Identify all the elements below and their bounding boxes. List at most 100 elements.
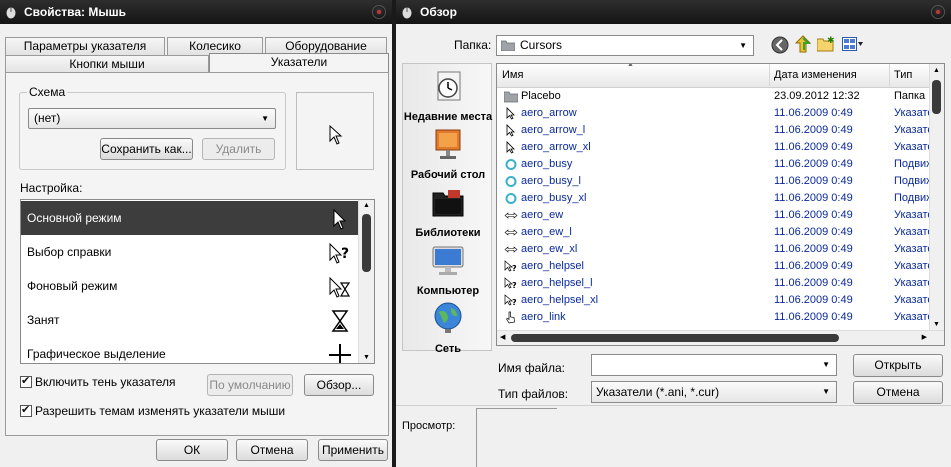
column-header-name[interactable]: Имя [502, 69, 523, 81]
file-list[interactable]: ▲ Имя Дата изменения Тип Placebo 23.09.20… [496, 63, 945, 346]
file-date: 11.06.2009 0:49 [774, 175, 853, 187]
file-row[interactable]: aero_arrow 11.06.2009 0:49 Указатель [497, 105, 932, 122]
scroll-up-icon[interactable]: ▲ [933, 67, 940, 74]
file-name: aero_arrow [521, 107, 577, 119]
file-name: aero_ew_xl [521, 243, 578, 255]
column-header-type[interactable]: Тип [894, 69, 912, 81]
sidebar-item-label: Недавние места [403, 111, 493, 123]
cursor-row-busy[interactable]: Занят [21, 303, 360, 337]
cursor-row-normal[interactable]: Основной режим [21, 201, 360, 235]
file-date: 11.06.2009 0:49 [774, 192, 853, 204]
file-row[interactable]: ? aero_helpsel_xl 11.06.2009 0:49 Указатель [497, 292, 932, 309]
cursor-row-precision[interactable]: Графическое выделение [21, 337, 360, 363]
help-cursor-icon: ? [504, 277, 518, 290]
cursor-row-label: Фоновый режим [27, 279, 118, 293]
file-row[interactable]: aero_busy 11.06.2009 0:49 Подвижный [497, 156, 932, 173]
save-scheme-button[interactable]: Сохранить как... [100, 138, 193, 160]
file-type: Указатель [894, 226, 932, 238]
file-row[interactable]: Placebo 23.09.2012 12:32 Папка [497, 88, 932, 105]
arrow-cursor-icon [504, 107, 518, 120]
cursor-list-scrollbar[interactable]: ▲ ▼ [358, 200, 374, 363]
scrollbar-thumb[interactable] [511, 334, 839, 342]
sidebar-item-network[interactable]: Сеть [403, 300, 493, 355]
open-button[interactable]: Открыть [853, 354, 943, 377]
back-icon[interactable] [771, 36, 789, 54]
file-row[interactable]: aero_arrow_l 11.06.2009 0:49 Указатель [497, 122, 932, 139]
cursor-row-background[interactable]: Фоновый режим [21, 269, 360, 303]
settings-label: Настройка: [20, 181, 83, 195]
scroll-down-icon[interactable]: ▼ [933, 321, 940, 328]
filetype-select[interactable]: Указатели (*.ani, *.cur) ▼ [591, 381, 837, 403]
file-list-hscrollbar[interactable]: ◀ ▶ [497, 330, 944, 345]
column-header-date[interactable]: Дата изменения [774, 69, 857, 81]
help-cursor-icon: ? [504, 294, 518, 307]
file-date: 11.06.2009 0:49 [774, 311, 853, 323]
cancel-button[interactable]: Отмена [853, 381, 943, 404]
svg-text:?: ? [512, 298, 517, 307]
sidebar-item-desktop[interactable]: Рабочий стол [403, 126, 493, 181]
file-type: Подвижный [894, 192, 932, 204]
file-date: 11.06.2009 0:49 [774, 294, 853, 306]
hand-cursor-icon [504, 311, 518, 324]
recent-places-icon [437, 71, 461, 101]
file-date: 11.06.2009 0:49 [774, 209, 853, 221]
scheme-select[interactable]: (нет) ▼ [28, 108, 276, 129]
file-row[interactable]: ? aero_helpsel_l 11.06.2009 0:49 Указатель [497, 275, 932, 292]
themes-checkbox-label: Разрешить темам изменять указатели мыши [35, 404, 286, 418]
up-folder-icon[interactable] [794, 35, 812, 54]
file-date: 11.06.2009 0:49 [774, 260, 853, 272]
file-row[interactable]: aero_arrow_xl 11.06.2009 0:49 Указатель [497, 139, 932, 156]
file-row[interactable]: aero_ew_l 11.06.2009 0:49 Указатель [497, 224, 932, 241]
preview-divider [396, 405, 951, 406]
file-name: aero_ew_l [521, 226, 572, 238]
cancel-button[interactable]: Отмена [236, 439, 308, 461]
cursor-list[interactable]: Основной режим Выбор справки ? Фоновый р… [20, 199, 375, 364]
browse-titlebar[interactable]: Обзор [396, 0, 951, 24]
filename-combobox[interactable]: ▼ [591, 354, 837, 376]
file-type: Указатель [894, 277, 932, 289]
browse-window: Обзор Папка: Cursors ▼ ✱ Недавние места … [396, 0, 951, 467]
arrow-cursor-icon [504, 124, 518, 137]
file-row[interactable]: ? aero_helpsel 11.06.2009 0:49 Указатель [497, 258, 932, 275]
apply-button[interactable]: Применить [318, 439, 388, 461]
sidebar-item-label: Компьютер [416, 285, 480, 297]
ok-button[interactable]: ОК [156, 439, 228, 461]
file-row[interactable]: aero_busy_xl 11.06.2009 0:49 Подвижный [497, 190, 932, 207]
sidebar-item-libraries[interactable]: Библиотеки [403, 184, 493, 239]
new-folder-icon[interactable]: ✱ [817, 36, 835, 52]
folder-label: Папка: [454, 38, 492, 52]
file-row[interactable]: aero_busy_l 11.06.2009 0:49 Подвижный [497, 173, 932, 190]
mouse-properties-titlebar[interactable]: Свойства: Мышь [0, 0, 392, 24]
help-cursor-icon: ? [329, 242, 349, 264]
scroll-left-icon[interactable]: ◀ [500, 333, 505, 341]
scroll-up-icon[interactable]: ▲ [363, 202, 370, 209]
delete-scheme-button[interactable]: Удалить [202, 138, 275, 160]
browse-button[interactable]: Обзор... [304, 374, 374, 396]
use-default-button[interactable]: По умолчанию [207, 374, 293, 396]
file-row[interactable]: aero_link 11.06.2009 0:49 Указатель [497, 309, 932, 326]
scroll-down-icon[interactable]: ▼ [363, 354, 370, 361]
file-name: aero_arrow_xl [521, 141, 591, 153]
window-title: Обзор [420, 5, 457, 19]
sidebar-item-recent-places[interactable]: Недавние места [403, 68, 493, 123]
file-type: Указатель [894, 141, 932, 153]
shadow-checkbox[interactable] [20, 374, 32, 388]
sidebar-item-computer[interactable]: Компьютер [403, 242, 493, 297]
folder-select[interactable]: Cursors ▼ [496, 35, 754, 56]
close-button[interactable] [931, 5, 945, 19]
crosshair-cursor-icon [329, 344, 351, 363]
file-list-vscrollbar[interactable]: ▲ ▼ [929, 64, 944, 331]
file-type: Папка [894, 90, 926, 102]
scrollbar-thumb[interactable] [932, 80, 941, 114]
file-row[interactable]: aero_ew_xl 11.06.2009 0:49 Указатель [497, 241, 932, 258]
cursor-row-help[interactable]: Выбор справки ? [21, 235, 360, 269]
tab-pointers[interactable]: Указатели [209, 53, 389, 73]
scrollbar-thumb[interactable] [362, 214, 371, 272]
close-button[interactable] [372, 5, 386, 19]
tab-pointer-options[interactable]: Параметры указателя [5, 37, 165, 55]
view-menu-icon[interactable] [842, 37, 864, 51]
scroll-right-icon[interactable]: ▶ [922, 333, 927, 341]
file-row[interactable]: aero_ew 11.06.2009 0:49 Указатель [497, 207, 932, 224]
busy-ring-icon [504, 175, 518, 188]
themes-checkbox[interactable] [20, 403, 32, 417]
